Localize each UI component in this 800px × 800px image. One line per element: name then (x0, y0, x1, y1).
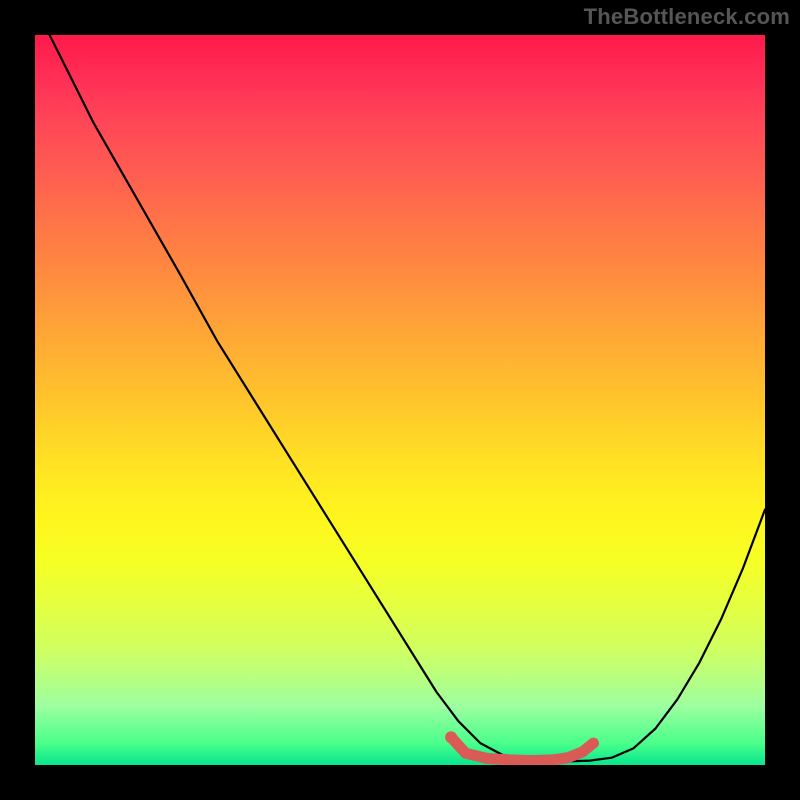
plot-area (35, 35, 765, 765)
main-curve (50, 35, 765, 761)
chart-container: TheBottleneck.com (0, 0, 800, 800)
watermark-text: TheBottleneck.com (584, 4, 790, 30)
sweet-spot-overlay (445, 731, 593, 760)
chart-svg (35, 35, 765, 765)
